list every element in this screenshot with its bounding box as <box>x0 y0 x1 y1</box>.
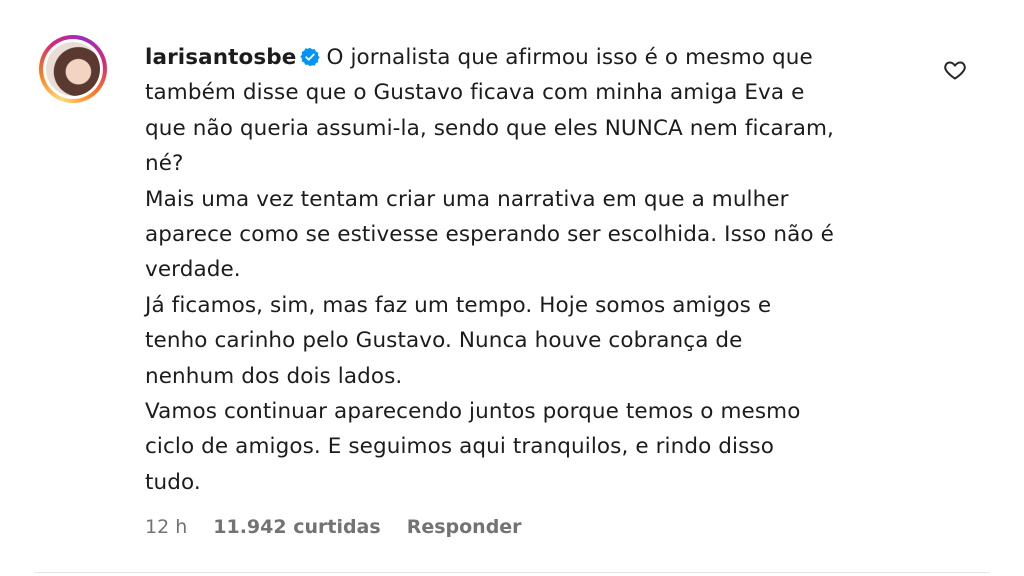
comment-line: tenho carinho pelo Gustavo. Nunca houve … <box>145 328 743 354</box>
comment-line: Já ficamos, sim, mas faz um tempo. Hoje … <box>145 292 772 318</box>
comment-meta: 12 h 11.942 curtidas Responder <box>145 516 522 538</box>
avatar-photo <box>46 42 100 96</box>
comment-line: que não queria assumi-la, sendo que eles… <box>145 115 834 141</box>
username[interactable]: larisantosbe <box>145 45 296 70</box>
avatar[interactable] <box>43 39 103 99</box>
heart-icon[interactable] <box>943 58 967 82</box>
comment-line: verdade. <box>145 257 241 283</box>
comment-line: O jornalista que afirmou isso é o mesmo … <box>326 45 813 70</box>
like-count[interactable]: 11.942 curtidas <box>213 516 380 538</box>
verified-badge-icon <box>300 47 321 67</box>
reply-button[interactable]: Responder <box>407 516 522 538</box>
story-ring[interactable] <box>39 35 107 103</box>
comment-text: larisantosbe O jornalista que afirmou is… <box>145 40 915 500</box>
comment-body: larisantosbe O jornalista que afirmou is… <box>145 40 915 500</box>
comment-line: também disse que o Gustavo ficava com mi… <box>145 80 805 106</box>
comment-line: aparece como se estivesse esperando ser … <box>145 222 834 248</box>
comment-line: né? <box>145 151 184 177</box>
divider <box>34 572 990 573</box>
comment-line: ciclo de amigos. E seguimos aqui tranqui… <box>145 434 774 460</box>
timestamp[interactable]: 12 h <box>145 516 187 538</box>
comment-line: tudo. <box>145 469 201 495</box>
comment-line: nenhum dos dois lados. <box>145 363 403 389</box>
comment: larisantosbe O jornalista que afirmou is… <box>0 0 1024 576</box>
comment-line: Vamos continuar aparecendo juntos porque… <box>145 399 801 425</box>
comment-line: Mais uma vez tentam criar uma narrativa … <box>145 186 789 212</box>
